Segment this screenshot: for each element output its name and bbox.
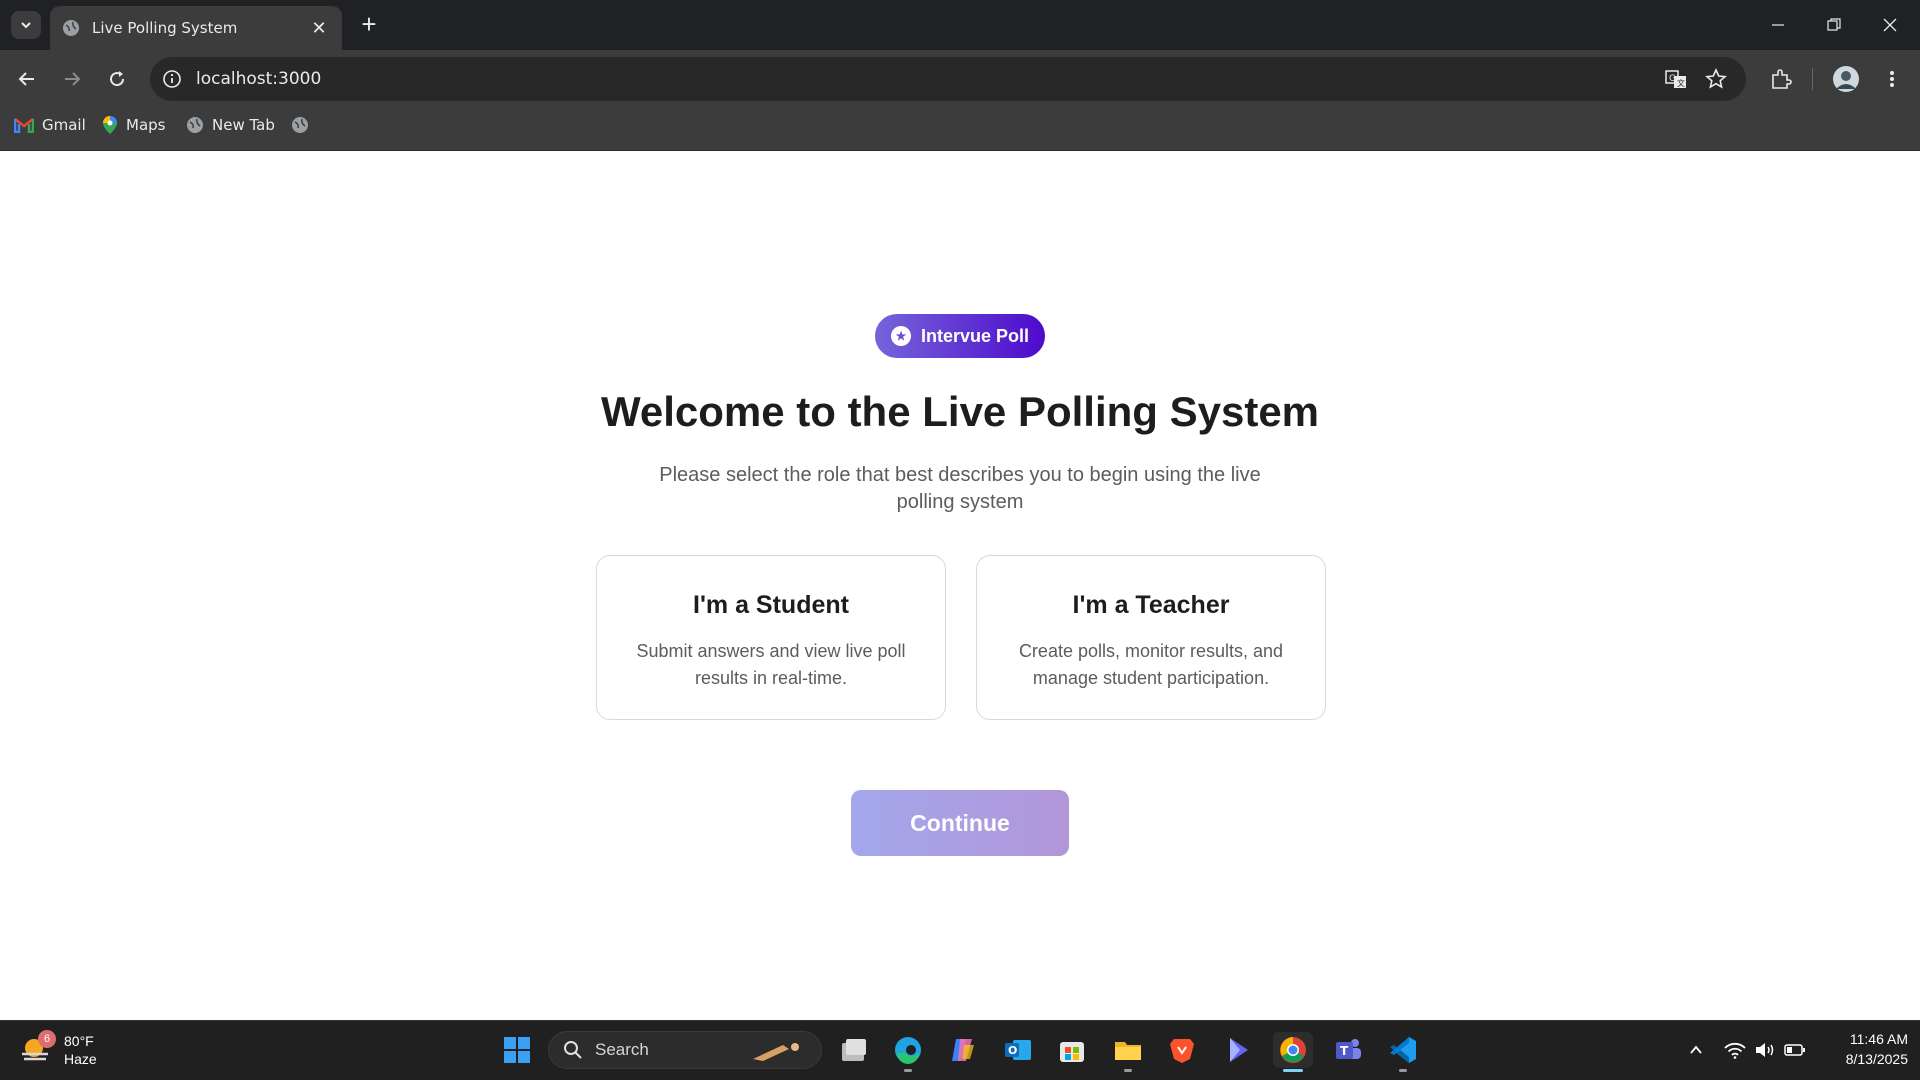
more-vert-icon: [1890, 71, 1894, 87]
bookmark-new-tab[interactable]: New Tab: [186, 113, 275, 137]
globe-icon: [63, 20, 79, 36]
clock[interactable]: 11:46 AM 8/13/2025: [1812, 1029, 1908, 1069]
bookmark-maps[interactable]: Maps: [102, 113, 165, 137]
close-window-button[interactable]: [1862, 0, 1918, 50]
start-button[interactable]: [497, 1032, 537, 1068]
restore-icon: [1827, 18, 1841, 31]
taskbar-search[interactable]: Search: [548, 1031, 822, 1069]
page-content: [0, 151, 1920, 1020]
close-icon: [1883, 18, 1897, 32]
gmail-icon: [14, 118, 34, 133]
address-bar[interactable]: localhost:3000 G文: [150, 57, 1746, 101]
reload-button[interactable]: [101, 63, 133, 95]
minimize-icon: [1772, 24, 1784, 26]
svg-text:G: G: [1669, 74, 1676, 84]
brave-icon[interactable]: [1162, 1032, 1202, 1068]
volume-icon[interactable]: [1753, 1038, 1777, 1062]
menu-button[interactable]: [1876, 63, 1908, 95]
new-tab-button[interactable]: +: [354, 10, 384, 40]
copilot-icon[interactable]: [943, 1032, 983, 1068]
time: 11:46 AM: [1849, 1031, 1908, 1047]
bookmark-star-icon[interactable]: [1700, 63, 1732, 95]
date: 8/13/2025: [1845, 1051, 1908, 1067]
restore-button[interactable]: [1806, 0, 1862, 50]
weather-condition: Haze: [64, 1051, 97, 1067]
weather-haze-icon: 6: [20, 1030, 56, 1066]
arrow-right-icon: [65, 72, 81, 86]
reload-icon: [110, 71, 125, 87]
chrome-icon[interactable]: [1273, 1032, 1313, 1068]
role-description: Submit answers and view live poll result…: [636, 641, 906, 688]
role-card-student[interactable]: I'm a Student Submit answers and view li…: [596, 555, 946, 720]
search-icon: [564, 1041, 582, 1059]
running-indicator: [1399, 1069, 1407, 1072]
running-indicator: [904, 1069, 912, 1072]
svg-text:文: 文: [1677, 78, 1685, 88]
notification-badge: 6: [38, 1030, 56, 1048]
bookmark-gmail[interactable]: Gmail: [14, 113, 86, 137]
minimize-button[interactable]: [1750, 0, 1806, 50]
avatar: [1833, 66, 1859, 92]
role-card-teacher[interactable]: I'm a Teacher Create polls, monitor resu…: [976, 555, 1326, 720]
outlook-icon[interactable]: O: [998, 1032, 1038, 1068]
site-info-icon[interactable]: [162, 69, 182, 89]
profile-button[interactable]: [1830, 63, 1862, 95]
task-view-icon[interactable]: [834, 1032, 874, 1068]
back-button[interactable]: [11, 63, 43, 95]
role-description: Create polls, monitor results, and manag…: [1018, 641, 1284, 688]
bookmarks-bar: [0, 108, 1920, 151]
puzzle-icon: [1772, 69, 1792, 89]
tab-search-button[interactable]: [11, 11, 41, 39]
svg-text:O: O: [1008, 1044, 1017, 1057]
battery-icon[interactable]: [1783, 1038, 1807, 1062]
temperature: 80°F: [64, 1033, 94, 1049]
weather-widget[interactable]: 6 80°F Haze: [20, 1028, 97, 1072]
teams-icon[interactable]: T: [1328, 1032, 1368, 1068]
globe-icon: [292, 117, 308, 133]
globe-icon: [187, 117, 203, 133]
page-subtitle: Please select the role that best describ…: [659, 464, 1261, 513]
brand-label: Intervue Poll: [920, 325, 1030, 346]
svg-text:T: T: [1340, 1044, 1349, 1058]
toolbar-divider: [1812, 68, 1813, 90]
role-title: I'm a Teacher: [1072, 591, 1230, 619]
search-highlight-icon: [753, 1043, 799, 1061]
brand-badge: ★ Intervue Poll: [875, 314, 1045, 358]
chevron-up-icon[interactable]: [1684, 1038, 1708, 1062]
translate-icon[interactable]: G文: [1660, 63, 1692, 95]
close-tab-icon[interactable]: ✕: [308, 18, 330, 39]
extensions-button[interactable]: [1765, 63, 1797, 95]
bookmark-untitled[interactable]: [291, 113, 317, 137]
role-title: I'm a Student: [693, 591, 849, 619]
tab-title: Live Polling System: [92, 19, 238, 37]
page-title: Welcome to the Live Polling System: [600, 388, 1320, 435]
continue-button[interactable]: Continue: [851, 790, 1069, 856]
browser-tab[interactable]: Live Polling System ✕: [50, 6, 342, 50]
search-label: Search: [595, 1040, 649, 1059]
url-text: localhost:3000: [196, 69, 322, 89]
file-explorer-icon[interactable]: [1108, 1032, 1148, 1068]
running-indicator: [1124, 1069, 1132, 1072]
active-indicator: [1283, 1069, 1303, 1072]
app-icon[interactable]: [1217, 1032, 1257, 1068]
windows-start-icon: [504, 1037, 530, 1063]
arrow-left-icon: [18, 72, 34, 86]
edge-icon[interactable]: [888, 1032, 928, 1068]
wifi-icon[interactable]: [1723, 1038, 1747, 1062]
star-icon: ★: [890, 326, 911, 346]
vscode-icon[interactable]: [1383, 1032, 1423, 1068]
maps-pin-icon: [103, 116, 117, 134]
forward-button[interactable]: [56, 63, 88, 95]
microsoft-store-icon[interactable]: [1052, 1032, 1092, 1068]
chevron-down-icon: [21, 22, 31, 29]
